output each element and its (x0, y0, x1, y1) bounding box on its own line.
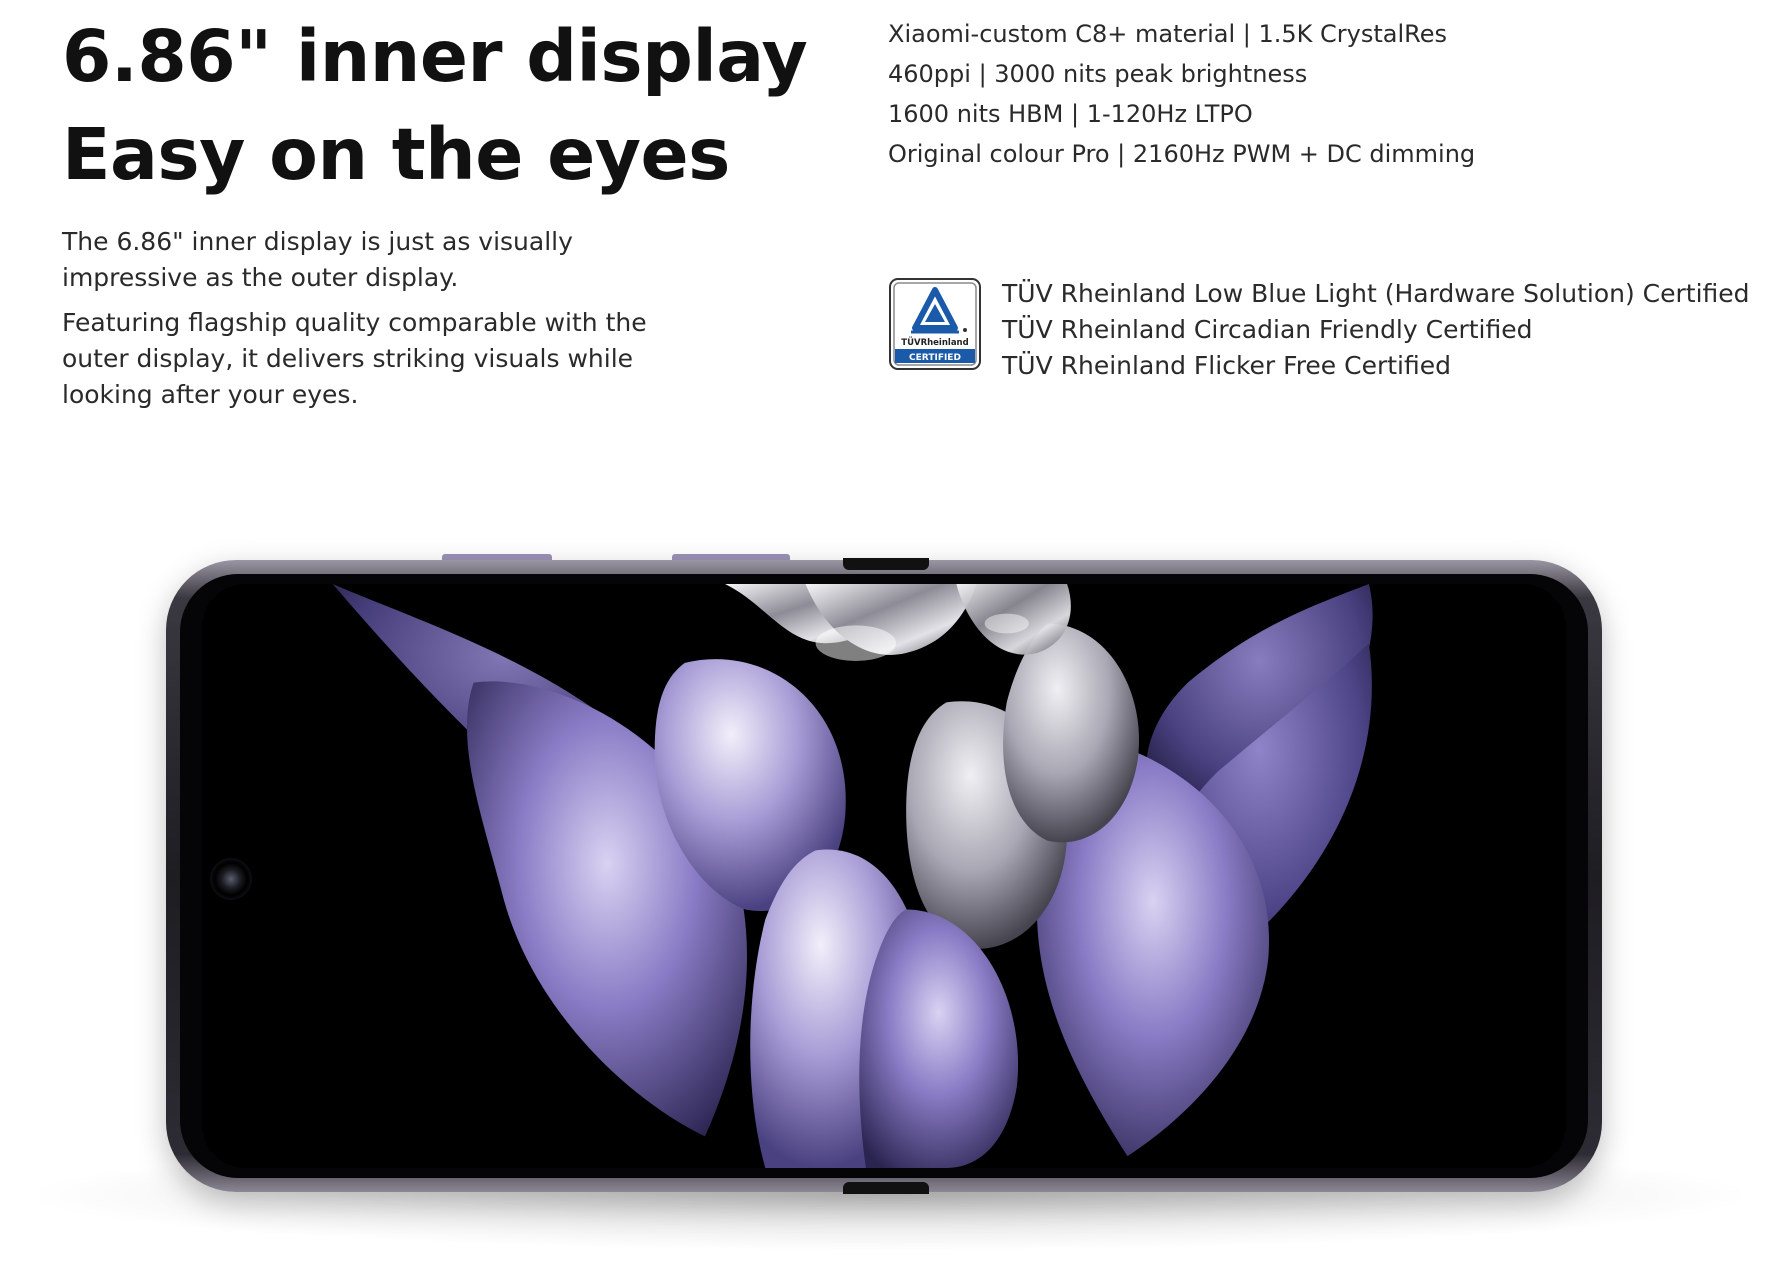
hinge-top (843, 558, 929, 570)
certification-item: TÜV Rheinland Flicker Free Certified (1002, 351, 1451, 380)
spec-item: Xiaomi-custom C8+ material | 1.5K Crysta… (888, 20, 1448, 48)
badge-label: CERTIFIED (909, 353, 961, 363)
phone-bezel (180, 574, 1588, 1178)
tuv-rheinland-certified-icon: TÜVRheinland CERTIFIED (889, 278, 981, 370)
description-para-2: Featuring flagship quality comparable wi… (62, 308, 647, 409)
spec-item: Original colour Pro | 2160Hz PWM + DC di… (888, 140, 1476, 168)
description-para-1: The 6.86" inner display is just as visua… (62, 227, 573, 292)
certification-item: TÜV Rheinland Low Blue Light (Hardware S… (1002, 279, 1750, 308)
title-line-2: Easy on the eyes (62, 113, 730, 196)
certification-item: TÜV Rheinland Circadian Friendly Certifi… (1002, 315, 1533, 344)
description: The 6.86" inner display is just as visua… (62, 224, 702, 422)
spec-item: 1600 nits HBM | 1-120Hz LTPO (888, 100, 1253, 128)
page-title: 6.86" inner display Easy on the eyes (62, 8, 808, 204)
title-line-1: 6.86" inner display (62, 15, 808, 98)
phone-product-image (0, 540, 1780, 1273)
certification-list: TÜV Rheinland Low Blue Light (Hardware S… (1002, 276, 1750, 384)
phone-screen (202, 584, 1566, 1168)
spec-item: 460ppi | 3000 nits peak brightness (888, 60, 1308, 88)
spec-list: Xiaomi-custom C8+ material | 1.5K Crysta… (888, 14, 1475, 174)
badge-brand: TÜVRheinland (901, 337, 968, 348)
flower-wallpaper (202, 584, 1566, 1168)
hinge-bottom (843, 1182, 929, 1194)
phone-body (166, 560, 1602, 1192)
front-camera-icon (212, 860, 250, 898)
